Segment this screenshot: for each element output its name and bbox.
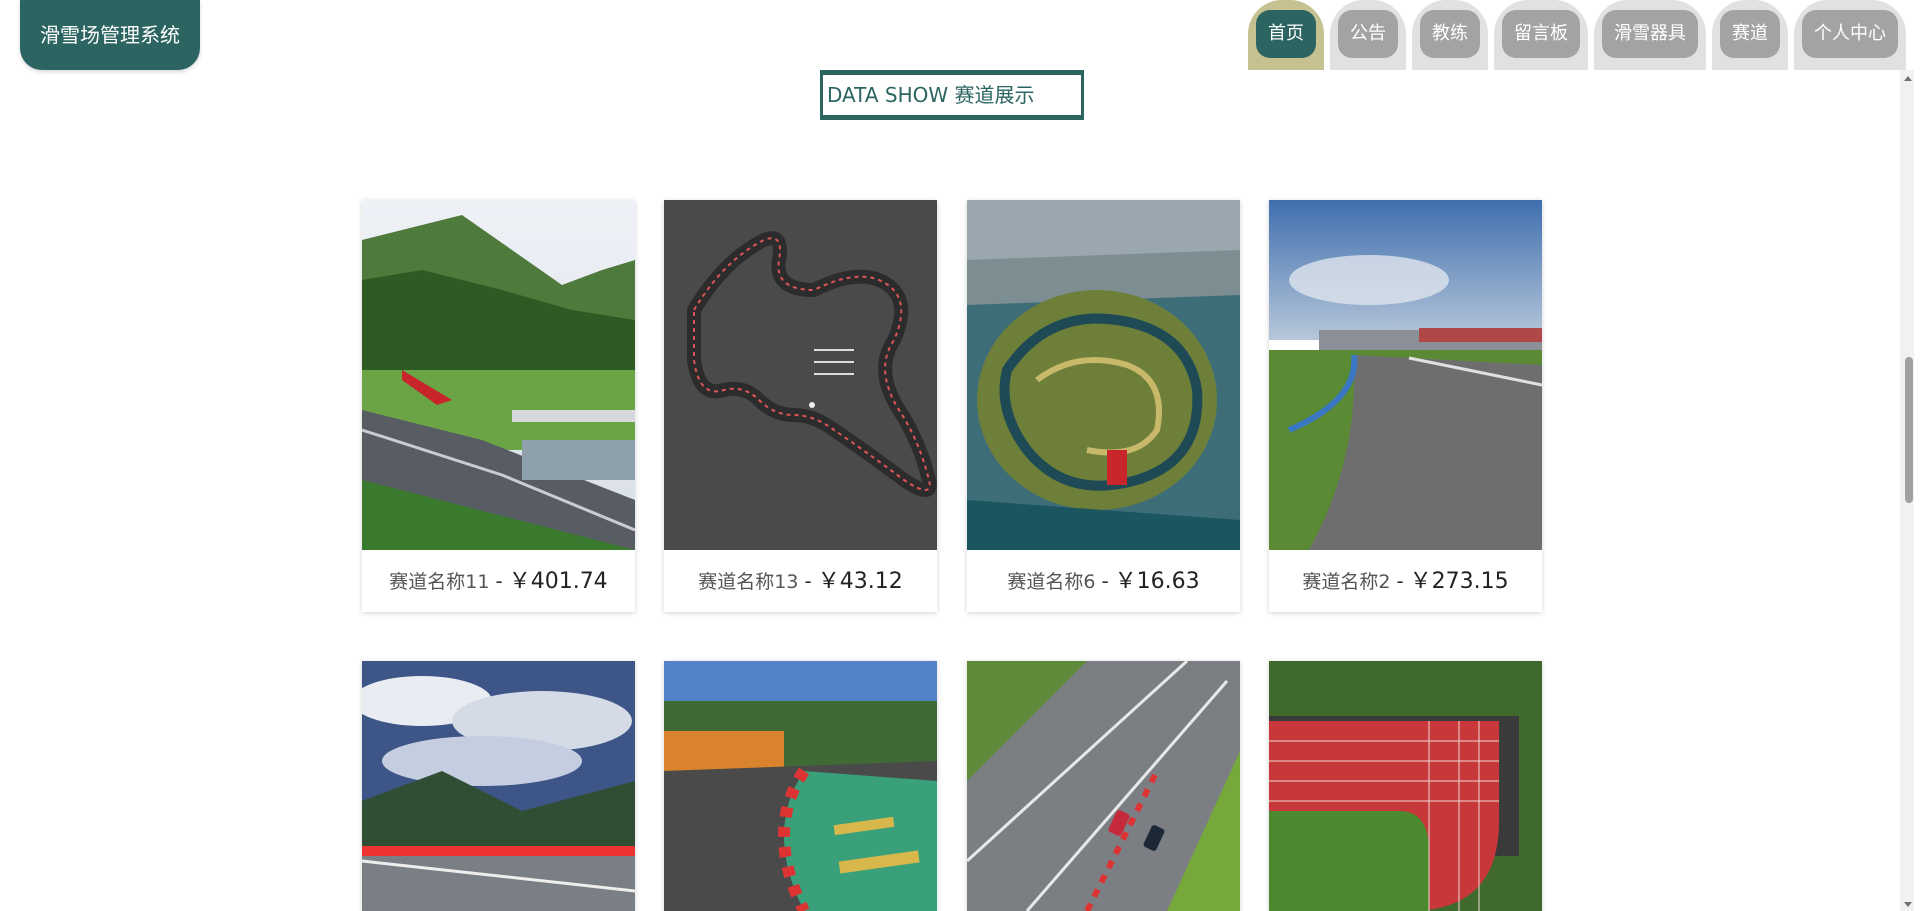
track-card[interactable]: 赛道名称2- ￥273.15 [1269, 200, 1542, 612]
track-image[interactable] [1269, 661, 1542, 911]
app-logo[interactable]: 滑雪场管理系统 [20, 0, 200, 70]
track-card[interactable]: 赛道名称11- ￥401.74 [362, 200, 635, 612]
track-image[interactable] [362, 661, 635, 911]
track-image[interactable] [664, 200, 937, 550]
nav-item-tracks[interactable]: 赛道 [1712, 0, 1788, 70]
track-caption: 赛道名称13- ￥43.12 [664, 550, 937, 612]
track-caption: 赛道名称6- ￥16.63 [967, 550, 1240, 612]
mountain-race-track-image [362, 200, 635, 550]
nav-label-profile[interactable]: 个人中心 [1802, 10, 1898, 58]
track-name: 赛道名称6 [1007, 571, 1096, 593]
track-name: 赛道名称11 [389, 571, 490, 593]
caption-separator: - [1396, 569, 1404, 593]
nav-label-message-board[interactable]: 留言板 [1502, 10, 1580, 58]
main-nav: 首页 公告 教练 留言板 滑雪器具 赛道 个人中心 [1248, 0, 1906, 70]
nav-item-coaches[interactable]: 教练 [1412, 0, 1488, 70]
track-image[interactable] [1269, 200, 1542, 550]
track-caption: 赛道名称11- ￥401.74 [362, 550, 635, 612]
section-title: DATA SHOW 赛道展示 [823, 75, 1081, 115]
caption-separator: - [804, 569, 812, 593]
track-caption: 赛道名称2- ￥273.15 [1269, 550, 1542, 612]
nav-label-ski-equipment[interactable]: 滑雪器具 [1602, 10, 1698, 58]
track-image[interactable] [664, 661, 937, 911]
track-card[interactable]: 赛道名称13- ￥43.12 [664, 200, 937, 612]
racing-cars-track-image [967, 661, 1240, 911]
track-image[interactable] [362, 200, 635, 550]
nav-label-announcements[interactable]: 公告 [1338, 10, 1398, 58]
scrollbar-thumb[interactable] [1905, 357, 1913, 503]
nav-item-home[interactable]: 首页 [1248, 0, 1324, 70]
nav-label-home[interactable]: 首页 [1256, 10, 1316, 58]
caption-separator: - [495, 569, 503, 593]
stormy-sky-track-image [362, 661, 635, 911]
scroll-up-arrow-icon[interactable] [1904, 76, 1912, 81]
track-price: ￥273.15 [1409, 569, 1509, 594]
track-name: 赛道名称13 [698, 571, 799, 593]
caption-separator: - [1101, 569, 1109, 593]
nav-item-announcements[interactable]: 公告 [1330, 0, 1406, 70]
track-card[interactable]: 赛道名称6- ￥16.63 [967, 200, 1240, 612]
empty-asphalt-track-image [1269, 200, 1542, 550]
nav-item-message-board[interactable]: 留言板 [1494, 0, 1588, 70]
scroll-down-arrow-icon[interactable] [1904, 902, 1912, 907]
nav-label-coaches[interactable]: 教练 [1420, 10, 1480, 58]
track-card[interactable] [664, 661, 937, 911]
nav-label-tracks[interactable]: 赛道 [1720, 10, 1780, 58]
track-card[interactable] [1269, 661, 1542, 911]
section-title-box: DATA SHOW 赛道展示 [820, 70, 1084, 120]
running-track-aerial-image [1269, 661, 1542, 911]
track-layout-image [664, 200, 937, 550]
track-image[interactable] [967, 661, 1240, 911]
track-image[interactable] [967, 200, 1240, 550]
nav-item-profile[interactable]: 个人中心 [1794, 0, 1906, 70]
track-price: ￥401.74 [508, 569, 608, 594]
track-card[interactable] [362, 661, 635, 911]
track-name: 赛道名称2 [1302, 571, 1391, 593]
aerial-circuit-image [967, 200, 1240, 550]
track-card[interactable] [967, 661, 1240, 911]
curved-kerb-track-image [664, 661, 937, 911]
track-price: ￥16.63 [1114, 569, 1200, 594]
nav-item-ski-equipment[interactable]: 滑雪器具 [1594, 0, 1706, 70]
track-price: ￥43.12 [817, 569, 903, 594]
